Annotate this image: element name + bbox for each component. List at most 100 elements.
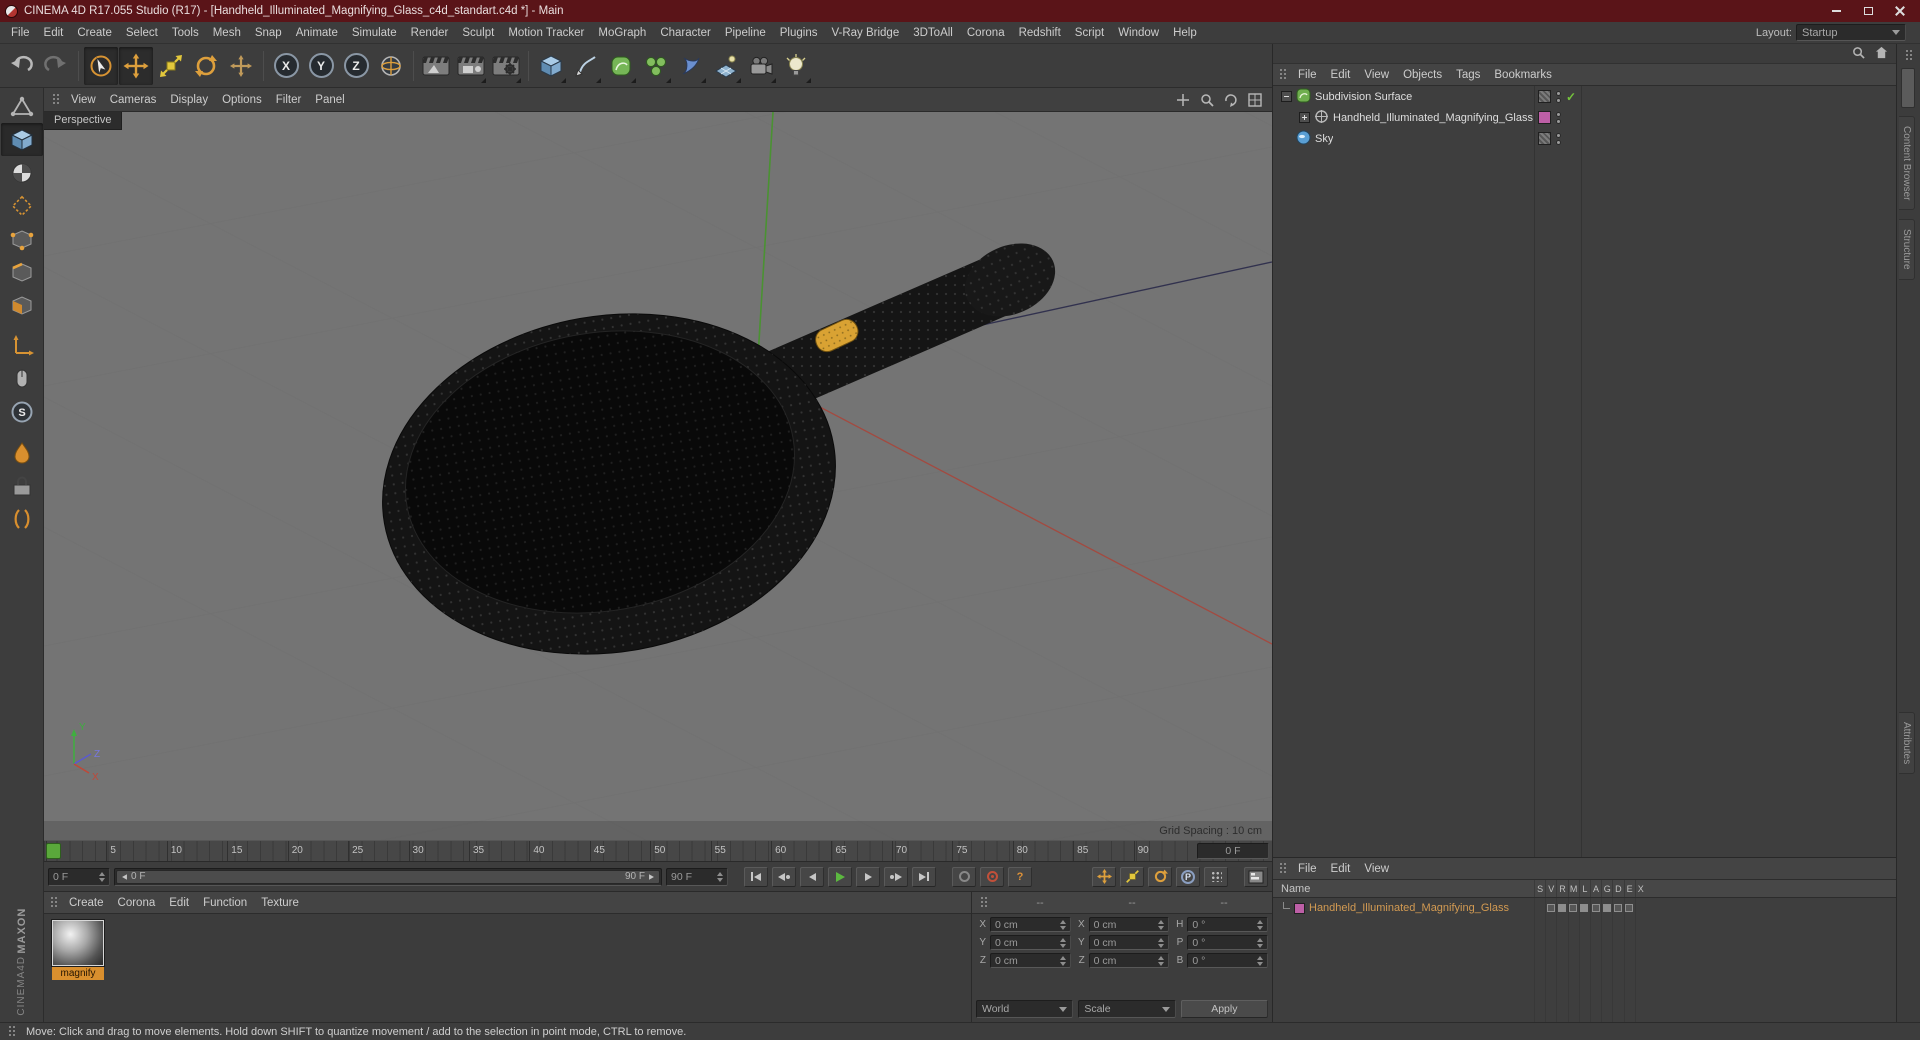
expand-icon[interactable] [1299,112,1310,123]
layer-color-chip[interactable] [1294,902,1305,914]
magnifying-glass-model[interactable] [355,230,1066,689]
size-z-field[interactable]: 0 cm [1088,953,1170,968]
visibility-dots[interactable] [1556,132,1561,145]
viewport-menu-item[interactable]: Filter [269,89,309,111]
view-pan-button[interactable] [1174,91,1192,109]
timeline-ruler[interactable]: 051015202530354045505560657075808590 0 F [44,840,1272,862]
object-manager-menu-item[interactable]: Objects [1396,64,1449,86]
menu-item[interactable]: MoGraph [591,22,653,44]
redo-button[interactable] [39,47,73,85]
object-manager-menu-item[interactable]: Bookmarks [1487,64,1559,86]
menu-item[interactable]: Mesh [206,22,248,44]
material-item[interactable]: magnify [51,919,105,980]
close-button[interactable] [1885,2,1915,20]
position-x-field[interactable]: 0 cm [990,917,1071,932]
next-frame-button[interactable] [856,866,880,887]
object-manager-menu-item[interactable]: Tags [1449,64,1487,86]
layer-column-header[interactable]: X [1634,880,1646,897]
start-frame-field[interactable]: 0 F [48,867,110,886]
scrollbar-thumb[interactable] [1901,68,1915,108]
panel-grip-icon[interactable] [50,896,58,909]
viewport-canvas[interactable]: Y Z X [44,112,1272,840]
layer-column-header[interactable]: D [1612,880,1623,897]
layer-toggles[interactable] [1534,898,1646,918]
position-header[interactable]: -- [996,897,1084,909]
menu-item[interactable]: Render [404,22,456,44]
undo-button[interactable] [4,47,38,85]
menu-item[interactable]: Script [1068,22,1111,44]
next-key-button[interactable] [884,866,908,887]
menu-item[interactable]: Create [70,22,119,44]
panel-grip-icon[interactable] [1279,862,1287,875]
menu-item[interactable]: Corona [960,22,1012,44]
render-settings-button[interactable] [489,47,523,85]
menu-item[interactable]: Pipeline [718,22,773,44]
polygons-mode-button[interactable] [1,288,43,321]
material-name[interactable]: magnify [52,967,104,980]
scale-tool[interactable] [154,47,188,85]
layer-column-header[interactable]: R [1556,880,1567,897]
make-editable-button[interactable] [1,90,43,123]
last-used-tool[interactable] [224,47,258,85]
menu-item[interactable]: Plugins [773,22,825,44]
menu-item[interactable]: Redshift [1012,22,1068,44]
previous-key-button[interactable] [772,866,796,887]
move-tool[interactable] [119,46,153,85]
points-mode-button[interactable] [1,222,43,255]
open-timeline-button[interactable] [1244,866,1268,887]
lock-y-button[interactable]: Y [304,47,338,85]
viewport-menu-item[interactable]: Cameras [103,89,164,111]
layer-column-header[interactable]: M [1567,880,1579,897]
autokey-options-button[interactable]: ? [1008,866,1032,887]
deformer-button[interactable] [674,47,708,85]
material-menu-item[interactable]: Corona [111,892,163,914]
previous-frame-button[interactable] [800,866,824,887]
menu-item[interactable]: Animate [289,22,345,44]
add-cube-button[interactable] [534,47,568,85]
menu-item[interactable]: Select [119,22,165,44]
size-x-field[interactable]: 0 cm [1088,917,1170,932]
edges-mode-button[interactable] [1,255,43,288]
layer-row[interactable]: Handheld_Illuminated_Magnifying_Glass [1273,898,1896,918]
lock-workplane-button[interactable] [1,469,43,502]
visibility-dots[interactable] [1556,90,1561,103]
mouse-input-button[interactable] [1,362,43,395]
menu-item[interactable]: Help [1166,22,1204,44]
record-objects-button[interactable] [952,866,976,887]
apply-button[interactable]: Apply [1180,1000,1268,1018]
rotation-p-field[interactable]: 0 ° [1187,935,1269,950]
menu-item[interactable]: Motion Tracker [501,22,591,44]
rotation-h-field[interactable]: 0 ° [1187,917,1269,932]
panel-grip-icon[interactable] [1279,68,1287,81]
material-menu-item[interactable]: Texture [254,892,306,914]
object-manager-menu-item[interactable]: Edit [1324,64,1358,86]
menu-item[interactable]: File [4,22,37,44]
layer-column-header[interactable]: E [1623,880,1635,897]
layer-manager-menu-item[interactable]: Edit [1324,858,1358,880]
rotation-header[interactable]: -- [1180,897,1268,909]
enabled-check-icon[interactable]: ✓ [1566,91,1576,103]
visibility-dots[interactable] [1556,111,1561,124]
size-header[interactable]: -- [1088,897,1176,909]
view-rotate-button[interactable] [1222,91,1240,109]
layer-chip[interactable] [1538,132,1551,145]
transform-mode-dropdown[interactable]: Scale [1078,1000,1176,1018]
enable-axis-button[interactable] [1,329,43,362]
layer-manager-menu-item[interactable]: View [1357,858,1396,880]
viewport-menu-item[interactable]: Display [163,89,215,111]
layer-column-header[interactable]: S [1534,880,1545,897]
menu-item[interactable]: Character [653,22,718,44]
layout-dropdown[interactable]: Startup [1796,24,1906,41]
view-zoom-button[interactable] [1198,91,1216,109]
live-selection-tool[interactable] [84,46,118,85]
object-label[interactable]: Subdivision Surface [1315,91,1412,103]
key-scale-toggle[interactable] [1120,866,1144,887]
menu-item[interactable]: Sculpt [455,22,501,44]
minimize-button[interactable] [1821,2,1851,20]
view-label[interactable]: Perspective [44,112,123,130]
cloner-button[interactable] [639,47,673,85]
menu-item[interactable]: Snap [248,22,289,44]
environment-button[interactable] [709,47,743,85]
home-button[interactable] [1875,46,1888,62]
material-menu-item[interactable]: Function [196,892,254,914]
